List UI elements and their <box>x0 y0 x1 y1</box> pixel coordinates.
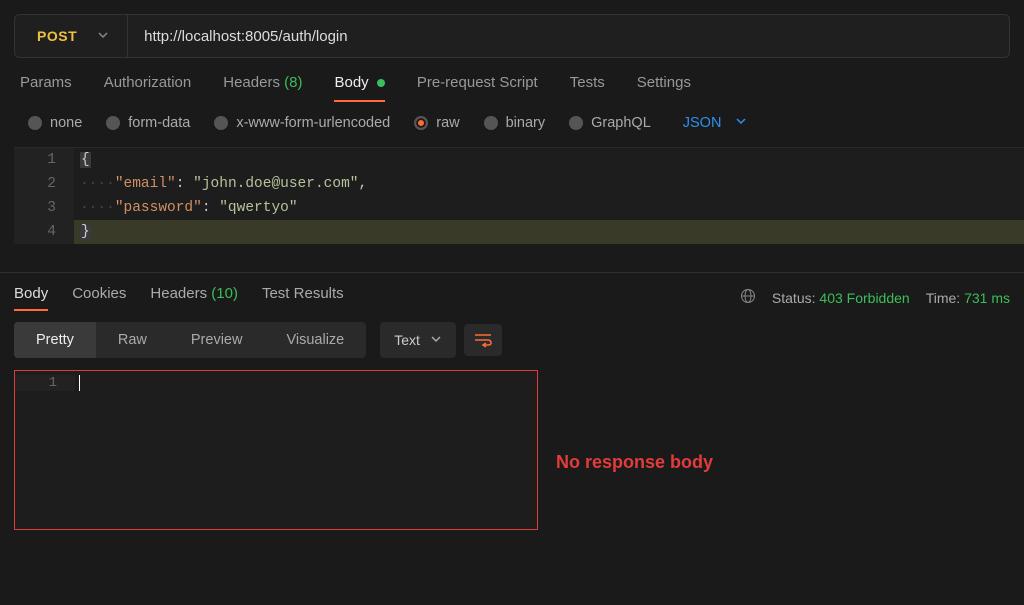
line-number: 4 <box>14 220 74 244</box>
tab-body-label: Body <box>334 74 368 91</box>
tab-body[interactable]: Body <box>334 74 384 101</box>
line-number: 2 <box>14 172 74 196</box>
line-number: 3 <box>14 196 74 220</box>
whitespace: ···· <box>80 176 115 192</box>
tab-params[interactable]: Params <box>20 74 72 101</box>
radio-label: x-www-form-urlencoded <box>236 115 390 131</box>
request-tabs: Params Authorization Headers (8) Body Pr… <box>0 58 1024 101</box>
json-string: "qwertyo" <box>219 200 297 216</box>
body-type-selector: none form-data x-www-form-urlencoded raw… <box>0 101 1024 141</box>
response-tabs: Body Cookies Headers (10) Test Results <box>14 285 344 310</box>
response-format-label: Text <box>394 332 420 348</box>
radio-raw[interactable]: raw <box>414 115 459 131</box>
radio-icon <box>484 116 498 130</box>
chevron-down-icon <box>430 332 442 348</box>
tab-authorization[interactable]: Authorization <box>104 74 192 101</box>
resp-tab-headers-label: Headers <box>150 285 207 302</box>
radio-none[interactable]: none <box>28 115 82 131</box>
whitespace: ···· <box>80 200 115 216</box>
radio-label: binary <box>506 115 546 131</box>
radio-icon <box>414 116 428 130</box>
radio-icon <box>569 116 583 130</box>
radio-formdata[interactable]: form-data <box>106 115 190 131</box>
request-url-bar: POST <box>14 14 1010 58</box>
response-body-area: 1 No response body <box>14 370 1024 530</box>
http-method-select[interactable]: POST <box>15 15 128 57</box>
wrap-lines-button[interactable] <box>464 324 502 356</box>
radio-binary[interactable]: binary <box>484 115 546 131</box>
request-body-editor[interactable]: 1 { 2 ····"email": "john.doe@user.com", … <box>14 147 1024 244</box>
json-key: "email" <box>115 176 176 192</box>
view-pretty[interactable]: Pretty <box>14 322 96 358</box>
tab-settings[interactable]: Settings <box>637 74 691 101</box>
radio-label: none <box>50 115 82 131</box>
tab-headers[interactable]: Headers (8) <box>223 74 302 101</box>
response-body-editor[interactable]: 1 <box>14 370 538 530</box>
view-mode-segmented: Pretty Raw Preview Visualize <box>14 322 366 358</box>
tab-headers-label: Headers <box>223 74 280 91</box>
text-cursor <box>79 375 80 391</box>
view-preview[interactable]: Preview <box>169 322 265 358</box>
radio-urlencoded[interactable]: x-www-form-urlencoded <box>214 115 390 131</box>
view-visualize[interactable]: Visualize <box>264 322 366 358</box>
resp-tab-testresults[interactable]: Test Results <box>262 285 344 310</box>
response-view-controls: Pretty Raw Preview Visualize Text <box>0 310 1024 370</box>
line-number: 1 <box>15 375 75 391</box>
radio-graphql[interactable]: GraphQL <box>569 115 651 131</box>
http-method-value: POST <box>37 28 77 44</box>
time-value: 731 ms <box>964 290 1010 306</box>
json-string: "john.doe@user.com" <box>193 176 358 192</box>
status-label: Status: 403 Forbidden <box>772 290 910 306</box>
no-response-annotation: No response body <box>556 452 713 473</box>
json-sep: : <box>202 200 219 216</box>
resp-tab-body[interactable]: Body <box>14 285 48 310</box>
tab-tests[interactable]: Tests <box>570 74 605 101</box>
globe-icon[interactable] <box>740 288 756 307</box>
json-comma: , <box>358 176 367 192</box>
radio-label: raw <box>436 115 459 131</box>
request-url-input[interactable] <box>128 15 1009 57</box>
resp-tab-headers[interactable]: Headers (10) <box>150 285 238 310</box>
view-raw[interactable]: Raw <box>96 322 169 358</box>
radio-icon <box>28 116 42 130</box>
response-status-bar: Status: 403 Forbidden Time: 731 ms <box>740 288 1010 307</box>
modified-dot-icon <box>377 79 385 87</box>
body-language-select[interactable]: JSON <box>683 115 748 131</box>
response-header-row: Body Cookies Headers (10) Test Results S… <box>0 273 1024 310</box>
json-key: "password" <box>115 200 202 216</box>
radio-icon <box>214 116 228 130</box>
chevron-down-icon <box>97 28 109 44</box>
tab-prerequest[interactable]: Pre-request Script <box>417 74 538 101</box>
status-value: 403 Forbidden <box>819 290 909 306</box>
line-number: 1 <box>14 148 74 172</box>
json-sep: : <box>176 176 193 192</box>
chevron-down-icon <box>735 115 747 131</box>
body-language-label: JSON <box>683 115 722 131</box>
code-brace: } <box>80 224 91 240</box>
tab-headers-count: (8) <box>284 74 302 91</box>
resp-tab-headers-count: (10) <box>211 285 238 302</box>
radio-label: GraphQL <box>591 115 651 131</box>
radio-label: form-data <box>128 115 190 131</box>
code-brace: { <box>80 152 91 168</box>
time-label: Time: 731 ms <box>926 290 1010 306</box>
response-format-select[interactable]: Text <box>380 322 456 358</box>
resp-tab-cookies[interactable]: Cookies <box>72 285 126 310</box>
radio-icon <box>106 116 120 130</box>
